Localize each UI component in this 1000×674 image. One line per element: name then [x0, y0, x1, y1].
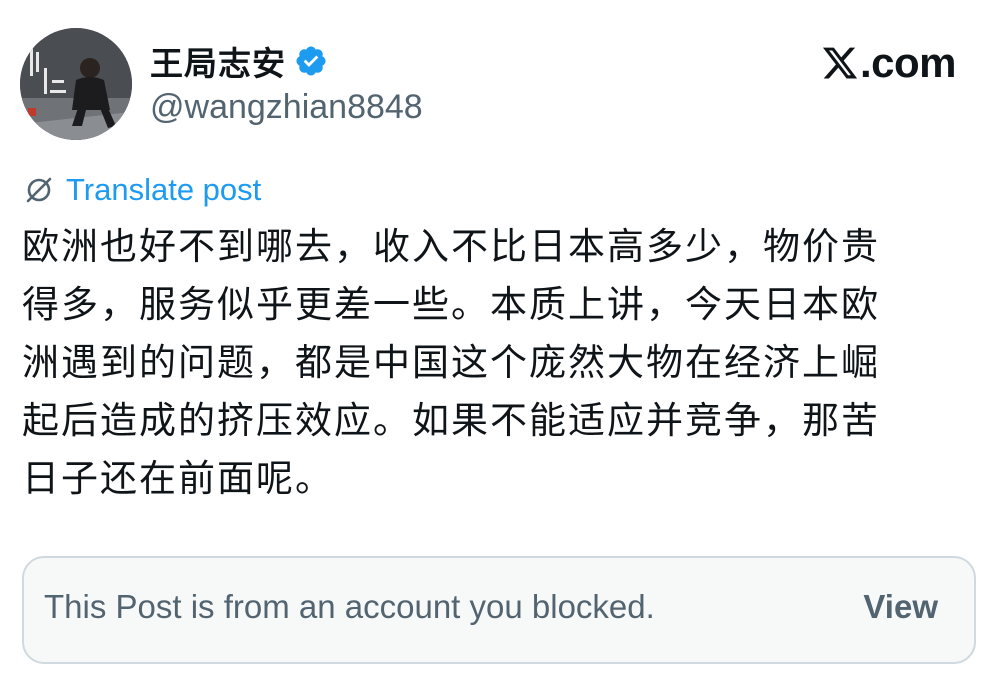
- blocked-quote-message: This Post is from an account you blocked…: [44, 588, 655, 625]
- author-name-row[interactable]: 王局志安: [150, 38, 328, 84]
- translate-post-button[interactable]: Translate post: [24, 170, 261, 210]
- x-logo-icon: [821, 44, 859, 82]
- post-text-line: 得多，服务似乎更差一些。本质上讲，今天日本欧: [22, 283, 880, 326]
- author-display-name[interactable]: 王局志安: [150, 37, 286, 85]
- post-body: 欧洲也好不到哪去，收入不比日本高多少，物价贵 得多，服务似乎更差一些。本质上讲，…: [22, 218, 952, 508]
- author-handle[interactable]: @wangzhian8848: [150, 88, 423, 127]
- view-blocked-post-button[interactable]: View: [863, 588, 938, 626]
- author-avatar[interactable]: [20, 28, 132, 140]
- post-text-line: 日子还在前面呢。: [22, 457, 334, 500]
- blocked-quote-card: This Post is from an account you blocked…: [22, 556, 976, 664]
- post-text-line: 欧洲也好不到哪去，收入不比日本高多少，物价贵: [22, 225, 880, 268]
- x-brand-logo: .com: [821, 39, 957, 86]
- post-text-line: 洲遇到的问题，都是中国这个庞然大物在经济上崛: [22, 341, 880, 384]
- avatar-photo: [20, 28, 132, 140]
- translate-globe-icon: [24, 175, 54, 205]
- verified-badge-icon: [294, 44, 328, 78]
- post-text-line: 起后造成的挤压效应。如果不能适应并竞争，那苦: [22, 399, 880, 442]
- x-logo-text: .com: [859, 39, 957, 86]
- translate-post-label[interactable]: Translate post: [66, 172, 261, 208]
